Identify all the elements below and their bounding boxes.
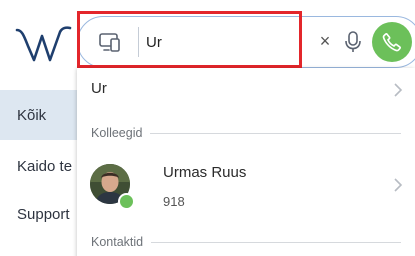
device-switch-icon[interactable] bbox=[98, 30, 122, 54]
nav-item-support[interactable]: Support bbox=[0, 189, 80, 239]
mic-icon[interactable] bbox=[344, 30, 362, 54]
suggestion-label: Ur bbox=[91, 80, 107, 97]
nav-item-label: Kaido te bbox=[17, 157, 73, 175]
section-header-label: Kolleegid bbox=[91, 126, 143, 140]
app-window: Kõik Kaido te Support × Ur Kol bbox=[0, 0, 415, 256]
contact-name: Urmas Ruus bbox=[163, 164, 247, 181]
search-divider bbox=[138, 27, 139, 57]
section-header-label: Kontaktid bbox=[91, 235, 144, 249]
contact-extension: 918 bbox=[163, 194, 185, 209]
clear-button[interactable]: × bbox=[317, 32, 333, 50]
contact-row[interactable]: Urmas Ruus 918 bbox=[77, 150, 415, 220]
chevron-right-icon bbox=[394, 83, 403, 97]
section-header-colleagues: Kolleegid bbox=[91, 125, 401, 141]
nav-item-all[interactable]: Kõik bbox=[0, 90, 80, 140]
section-header-contacts: Kontaktid bbox=[91, 234, 401, 250]
section-divider bbox=[150, 132, 401, 134]
phone-icon bbox=[382, 33, 401, 52]
search-dropdown: Ur Kolleegid Urmas Ruus 918 Kontaktid bbox=[77, 68, 415, 256]
search-input[interactable] bbox=[146, 28, 296, 56]
nav-item-label: Support bbox=[17, 205, 70, 223]
nav-item-label: Kõik bbox=[17, 106, 47, 124]
suggestion-item[interactable]: Ur bbox=[77, 68, 415, 112]
nav-item-kaido[interactable]: Kaido te bbox=[0, 141, 80, 191]
presence-status-dot bbox=[118, 193, 135, 210]
call-button[interactable] bbox=[372, 22, 412, 62]
w-logo-icon[interactable] bbox=[14, 22, 74, 66]
chevron-right-icon bbox=[394, 178, 403, 192]
section-divider bbox=[151, 241, 401, 243]
